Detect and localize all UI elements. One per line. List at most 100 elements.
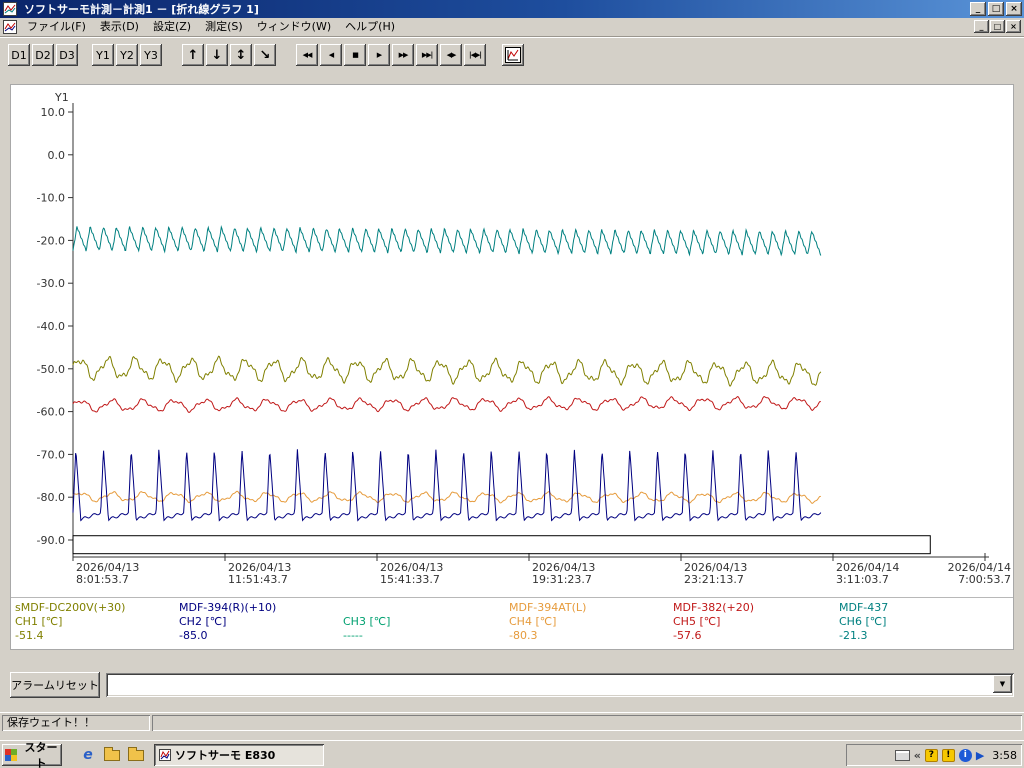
child-window-icon[interactable] (3, 20, 18, 35)
y2-button[interactable]: Y2 (116, 44, 138, 66)
line-chart: Y1 10.0 0.0 -10.0 -20.0 -30.0 -40.0 -50.0 -60.0 -… (11, 85, 1013, 590)
svg-text:-20.0: -20.0 (37, 234, 65, 247)
stop-button[interactable]: ■ (344, 44, 366, 66)
alarm-combobox[interactable]: ▼ (106, 673, 1014, 697)
svg-text:19:31:23.7: 19:31:23.7 (532, 573, 592, 586)
line-graph-button[interactable] (502, 44, 524, 66)
legend-channel-6: MDF-437CH6 [℃]-21.3 (839, 601, 888, 643)
compress-axis-button[interactable]: ↘ (254, 44, 276, 66)
series-ch6 (73, 226, 821, 255)
series-ch5 (73, 397, 821, 413)
app-icon (3, 2, 18, 17)
screen: ソフトサーモ計測－計測1 － [折れ線グラフ 1] _ □ × ファイル(F)表… (0, 0, 1024, 768)
security-question-icon[interactable]: ? (925, 749, 938, 762)
d2-button[interactable]: D2 (32, 44, 54, 66)
status-message-cell: 保存ウェイト！！ (2, 715, 150, 731)
start-label: スタート (20, 739, 62, 768)
jump-start-button[interactable]: ◀◀ (296, 44, 318, 66)
svg-text:-30.0: -30.0 (37, 277, 65, 290)
child-restore-button[interactable]: □ (990, 20, 1005, 33)
step-forward-button[interactable]: ▶ (368, 44, 390, 66)
ie-icon: e (83, 747, 93, 763)
scroll-up-button[interactable]: ↑ (182, 44, 204, 66)
scroll-down-button[interactable]: ↓ (206, 44, 228, 66)
quick-launch-ie[interactable]: e (78, 746, 98, 764)
svg-text:-80.0: -80.0 (37, 491, 65, 504)
channel-legend: sMDF-DC200V(+30)CH1 [℃]-51.4 MDF-394(R)(+… (11, 597, 1013, 649)
status-text: 保存ウェイト！！ (7, 716, 95, 729)
status-spacer-cell (152, 715, 1022, 731)
svg-text:23:21:13.7: 23:21:13.7 (684, 573, 744, 586)
svg-text:-70.0: -70.0 (37, 448, 65, 461)
svg-text:15:41:33.7: 15:41:33.7 (380, 573, 440, 586)
clock: 3:58 (992, 749, 1017, 762)
windows-logo-icon (5, 749, 17, 761)
svg-text:-60.0: -60.0 (37, 406, 65, 419)
expand-range-button[interactable]: ◀▶ (440, 44, 462, 66)
window-title: ソフトサーモ計測－計測1 － [折れ線グラフ 1] (24, 1, 259, 17)
y-axis-title: Y1 (54, 91, 69, 104)
graph-panel: Y1 10.0 0.0 -10.0 -20.0 -30.0 -40.0 -50.0 -60.0 -… (10, 84, 1014, 650)
jump-forward-button[interactable]: ▶▶ (392, 44, 414, 66)
quick-launch-folder-1[interactable] (102, 746, 122, 764)
minimize-button[interactable]: _ (970, 2, 986, 16)
step-back-button[interactable]: ◀ (320, 44, 342, 66)
restore-button[interactable]: □ (988, 2, 1004, 16)
menu-help[interactable]: ヘルプ(H) (338, 18, 402, 37)
svg-text:-50.0: -50.0 (37, 363, 65, 376)
alarm-reset-button[interactable]: アラームリセット (10, 672, 100, 698)
app-icon (159, 749, 171, 761)
y3-button[interactable]: Y3 (140, 44, 162, 66)
svg-text:10.0: 10.0 (41, 106, 66, 119)
legend-channel-4: MDF-394AT(L)CH4 [℃]-80.3 (509, 601, 586, 643)
task-button-softthermo[interactable]: ソフトサーモ E830 (154, 744, 324, 766)
info-icon[interactable]: i (959, 749, 972, 762)
legend-channel-2: MDF-394(R)(+10)CH2 [℃]-85.0 (179, 601, 276, 643)
legend-channel-1: sMDF-DC200V(+30)CH1 [℃]-51.4 (15, 601, 125, 643)
statusbar: 保存ウェイト！！ (0, 712, 1024, 732)
svg-text:7:00:53.7: 7:00:53.7 (958, 573, 1011, 586)
security-alert-icon[interactable]: ! (942, 749, 955, 762)
start-button[interactable]: スタート (2, 744, 62, 766)
combo-dropdown-button[interactable]: ▼ (993, 675, 1012, 693)
svg-text:3:11:03.7: 3:11:03.7 (836, 573, 889, 586)
system-tray: « ? ! i ▶ 3:58 (846, 744, 1022, 766)
child-minimize-button[interactable]: _ (974, 20, 989, 33)
series-ch1 (73, 356, 821, 386)
toolbar: D1D2D3Y1Y2Y3↑↓↕↘◀◀◀■▶▶▶▶▶|◀▶|◀▶| (0, 37, 1024, 72)
collapse-chevron-icon[interactable]: « (914, 749, 921, 762)
quick-launch-folder-2[interactable] (126, 746, 146, 764)
svg-text:-10.0: -10.0 (37, 192, 65, 205)
menu-items: ファイル(F)表示(D)設定(Z)測定(S)ウィンドウ(W)ヘルプ(H) (20, 18, 402, 37)
menu-measure[interactable]: 測定(S) (198, 18, 250, 37)
menu-window[interactable]: ウィンドウ(W) (250, 18, 338, 37)
d1-button[interactable]: D1 (8, 44, 30, 66)
range-indicator (73, 536, 930, 554)
menu-settings[interactable]: 設定(Z) (146, 18, 198, 37)
legend-channel-3: CH3 [℃]----- (343, 601, 390, 643)
svg-text:-40.0: -40.0 (37, 320, 65, 333)
d3-button[interactable]: D3 (56, 44, 78, 66)
svg-text:0.0: 0.0 (48, 149, 66, 162)
child-window-controls: _ □ × (974, 20, 1021, 33)
folder-icon (104, 750, 120, 761)
menubar: ファイル(F)表示(D)設定(Z)測定(S)ウィンドウ(W)ヘルプ(H) _ □… (0, 18, 1024, 37)
jump-end-button[interactable]: ▶▶| (416, 44, 438, 66)
close-button[interactable]: × (1006, 2, 1022, 16)
child-close-button[interactable]: × (1006, 20, 1021, 33)
taskbar: スタート e ソフトサーモ E830 « ? ! i ▶ 3:58 (0, 740, 1024, 768)
full-range-button[interactable]: |◀▶| (464, 44, 486, 66)
menu-view[interactable]: 表示(D) (93, 18, 146, 37)
svg-text:-90.0: -90.0 (37, 534, 65, 547)
menu-file[interactable]: ファイル(F) (20, 18, 93, 37)
keyboard-icon[interactable] (895, 750, 910, 761)
play-status-icon[interactable]: ▶ (976, 749, 984, 762)
window-controls: _ □ × (970, 2, 1022, 16)
fit-vertical-button[interactable]: ↕ (230, 44, 252, 66)
titlebar: ソフトサーモ計測－計測1 － [折れ線グラフ 1] _ □ × (0, 0, 1024, 18)
series-ch2 (73, 449, 821, 520)
line-graph-icon (505, 47, 521, 63)
y1-button[interactable]: Y1 (92, 44, 114, 66)
legend-channel-5: MDF-382(+20)CH5 [℃]-57.6 (673, 601, 754, 643)
svg-text:8:01:53.7: 8:01:53.7 (76, 573, 129, 586)
